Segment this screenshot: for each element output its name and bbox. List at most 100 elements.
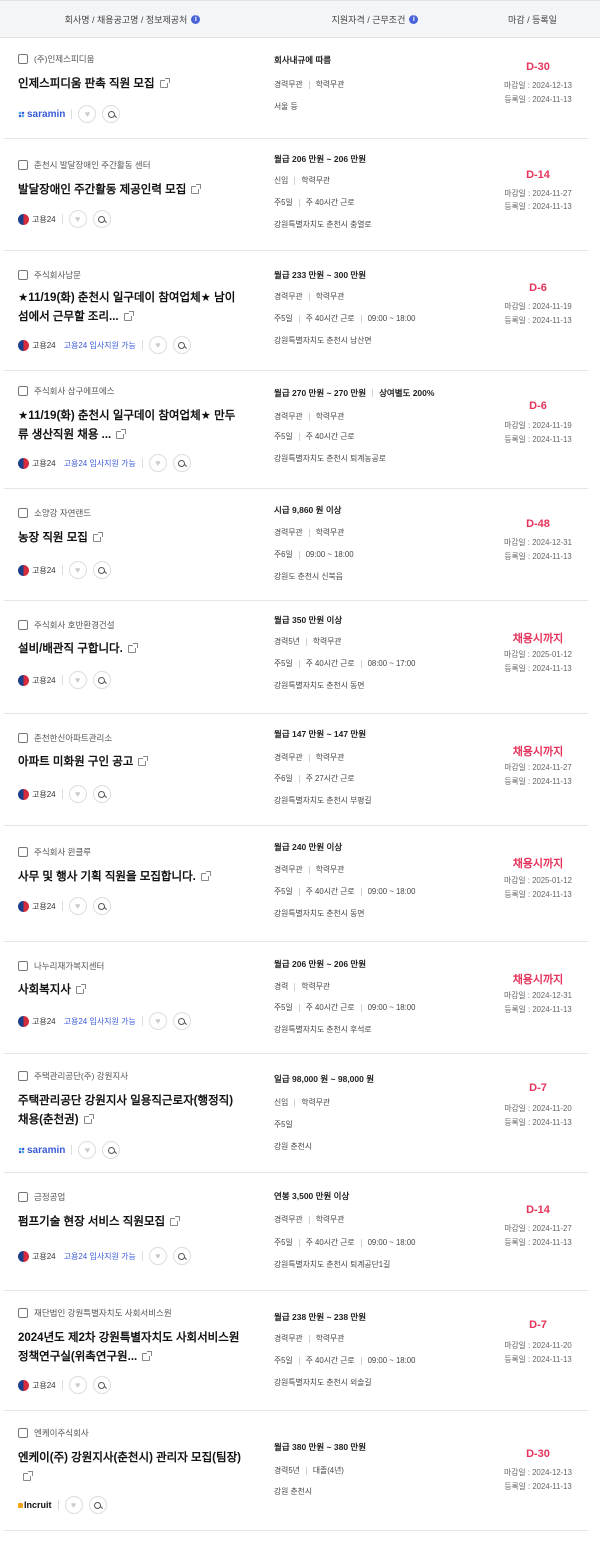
external-link-icon[interactable]: [83, 1114, 94, 1124]
preview-button[interactable]: [92, 897, 111, 915]
job-title-link[interactable]: 농장 직원 모집: [18, 529, 243, 548]
select-checkbox[interactable]: [18, 160, 28, 170]
external-link-icon[interactable]: [191, 184, 202, 194]
job-title-link[interactable]: 펌프기술 현장 서비스 직원모집: [18, 1213, 243, 1232]
select-checkbox[interactable]: [18, 733, 28, 743]
job-title-link[interactable]: 주택관리공단 강원지사 일용직근로자(행정직) 채용(춘천권): [18, 1092, 243, 1130]
job-title-link[interactable]: 발달장애인 주간활동 제공인력 모집: [18, 181, 243, 200]
job-title[interactable]: 발달장애인 주간활동 제공인력 모집: [18, 184, 186, 196]
company-name[interactable]: 춘천시 발달장애인 주간활동 센터: [34, 159, 151, 171]
external-link-icon[interactable]: [138, 756, 149, 766]
company-name[interactable]: 춘천한신아파트관리소: [34, 732, 112, 744]
favorite-button[interactable]: ♥: [68, 210, 87, 228]
select-checkbox[interactable]: [18, 961, 28, 971]
favorite-button[interactable]: ♥: [64, 1496, 83, 1514]
favorite-button[interactable]: ♥: [68, 671, 87, 689]
job-title[interactable]: 사회복지사: [18, 984, 71, 996]
job-title[interactable]: 2024년도 제2차 강원특별자치도 사회서비스원 정책연구실(위촉연구원...: [18, 1332, 239, 1363]
preview-button[interactable]: [92, 561, 111, 579]
job-title[interactable]: 사무 및 행사 기획 직원을 모집합니다.: [18, 871, 196, 883]
company-name[interactable]: 주식회사 호반환경건설: [34, 619, 115, 631]
salary-line: 월급 206 만원 ~ 206 만원: [274, 153, 366, 165]
external-link-icon[interactable]: [123, 311, 134, 321]
company-name[interactable]: (주)인제스피디움: [34, 53, 94, 65]
select-checkbox[interactable]: [18, 847, 28, 857]
favorite-button[interactable]: ♥: [148, 454, 167, 472]
company-name[interactable]: 주식회사 윈클루: [34, 846, 91, 858]
preview-button[interactable]: [102, 105, 121, 123]
source-row: 고용24 ♥: [18, 671, 111, 689]
external-link-icon[interactable]: [127, 643, 138, 653]
external-link-icon[interactable]: [75, 984, 86, 994]
favorite-button[interactable]: ♥: [148, 336, 167, 354]
job-title-link[interactable]: 엔케이(주) 강원지사(춘천시) 관리자 모집(팀장): [18, 1449, 243, 1487]
external-link-icon[interactable]: [92, 532, 103, 542]
job-title-link[interactable]: ★11/19(화) 춘천시 일구데이 참여업체★ 남이섬에서 근무할 조리...: [18, 289, 243, 327]
favorite-button[interactable]: ♥: [68, 785, 87, 803]
external-link-icon[interactable]: [159, 78, 170, 88]
preview-button[interactable]: [172, 1247, 191, 1265]
company-name[interactable]: 나누리재가복지센터: [34, 960, 104, 972]
goyong24-logo-icon: [18, 1015, 29, 1027]
job-title[interactable]: 설비/배관직 구합니다.: [18, 643, 123, 655]
favorite-button[interactable]: ♥: [78, 1141, 97, 1159]
select-checkbox[interactable]: [18, 620, 28, 630]
job-title[interactable]: 엔케이(주) 강원지사(춘천시) 관리자 모집(팀장): [18, 1452, 241, 1464]
favorite-button[interactable]: ♥: [148, 1012, 167, 1030]
job-title-link[interactable]: ★11/19(화) 춘천시 일구데이 참여업체★ 만두류 생산직원 채용 ...: [18, 407, 243, 445]
preview-button[interactable]: [92, 785, 111, 803]
company-name[interactable]: 주식회사 삼구에프에스: [34, 385, 115, 397]
company-name[interactable]: 소양강 자연랜드: [34, 507, 91, 519]
company-name[interactable]: 재단법인 강원특별자치도 사회서비스원: [34, 1307, 172, 1319]
preview-button[interactable]: [172, 1012, 191, 1030]
info-icon[interactable]: i: [409, 14, 419, 24]
select-checkbox[interactable]: [18, 386, 28, 396]
deadline-date: 마감일 : 2024-11-19: [504, 302, 572, 311]
qualification-line: 경력무관 학력무관: [274, 79, 344, 90]
preview-button[interactable]: [92, 210, 111, 228]
external-link-icon[interactable]: [170, 1216, 181, 1226]
job-title-link[interactable]: 아파트 미화원 구인 공고: [18, 753, 243, 772]
job-title-link[interactable]: 사무 및 행사 기획 직원을 모집합니다.: [18, 868, 243, 887]
job-title[interactable]: ★11/19(화) 춘천시 일구데이 참여업체★ 만두류 생산직원 채용 ...: [18, 410, 235, 441]
select-checkbox[interactable]: [18, 1192, 28, 1202]
job-title-link[interactable]: 설비/배관직 구합니다.: [18, 640, 243, 659]
preview-button[interactable]: [92, 671, 111, 689]
condition-item: 주5일: [274, 1238, 293, 1247]
job-title[interactable]: 인제스피디움 판촉 직원 모집: [18, 78, 155, 90]
qualification-line: 경력무관 학력무관: [274, 527, 344, 538]
job-title-link[interactable]: 사회복지사: [18, 981, 243, 1000]
company-name[interactable]: 주식회사남문: [34, 269, 81, 281]
company-name[interactable]: 주택관리공단(주) 강원지사: [34, 1070, 128, 1082]
company-name[interactable]: 금정공업: [34, 1191, 65, 1203]
favorite-button[interactable]: ♥: [68, 561, 87, 579]
company-name[interactable]: 엔케이주식회사: [34, 1427, 89, 1439]
job-title[interactable]: 농장 직원 모집: [18, 532, 88, 544]
select-checkbox[interactable]: [18, 270, 28, 280]
favorite-button[interactable]: ♥: [68, 1376, 87, 1394]
job-title[interactable]: 아파트 미화원 구인 공고: [18, 756, 133, 768]
select-checkbox[interactable]: [18, 1308, 28, 1318]
external-link-icon[interactable]: [142, 1351, 153, 1361]
preview-button[interactable]: [102, 1141, 121, 1159]
external-link-icon[interactable]: [23, 1471, 33, 1481]
select-checkbox[interactable]: [18, 1428, 28, 1438]
favorite-button[interactable]: ♥: [148, 1247, 167, 1265]
preview-button[interactable]: [88, 1496, 107, 1514]
job-title[interactable]: 펌프기술 현장 서비스 직원모집: [18, 1216, 165, 1228]
select-checkbox[interactable]: [18, 508, 28, 518]
job-title-link[interactable]: 2024년도 제2차 강원특별자치도 사회서비스원 정책연구실(위촉연구원...: [18, 1329, 243, 1367]
info-icon[interactable]: i: [191, 14, 201, 24]
select-checkbox[interactable]: [18, 1071, 28, 1081]
job-title[interactable]: 주택관리공단 강원지사 일용직근로자(행정직) 채용(춘천권): [18, 1095, 233, 1126]
preview-button[interactable]: [172, 454, 191, 472]
preview-button[interactable]: [172, 336, 191, 354]
job-row: 금정공업 펌프기술 현장 서비스 직원모집 고용24 고용24 입사지원 가능 ♥ 연봉 …: [4, 1173, 588, 1291]
external-link-icon[interactable]: [200, 871, 211, 881]
favorite-button[interactable]: ♥: [78, 105, 97, 123]
preview-button[interactable]: [92, 1376, 111, 1394]
favorite-button[interactable]: ♥: [68, 897, 87, 915]
job-title-link[interactable]: 인제스피디움 판촉 직원 모집: [18, 75, 243, 94]
external-link-icon[interactable]: [116, 429, 127, 439]
select-checkbox[interactable]: [18, 54, 28, 64]
